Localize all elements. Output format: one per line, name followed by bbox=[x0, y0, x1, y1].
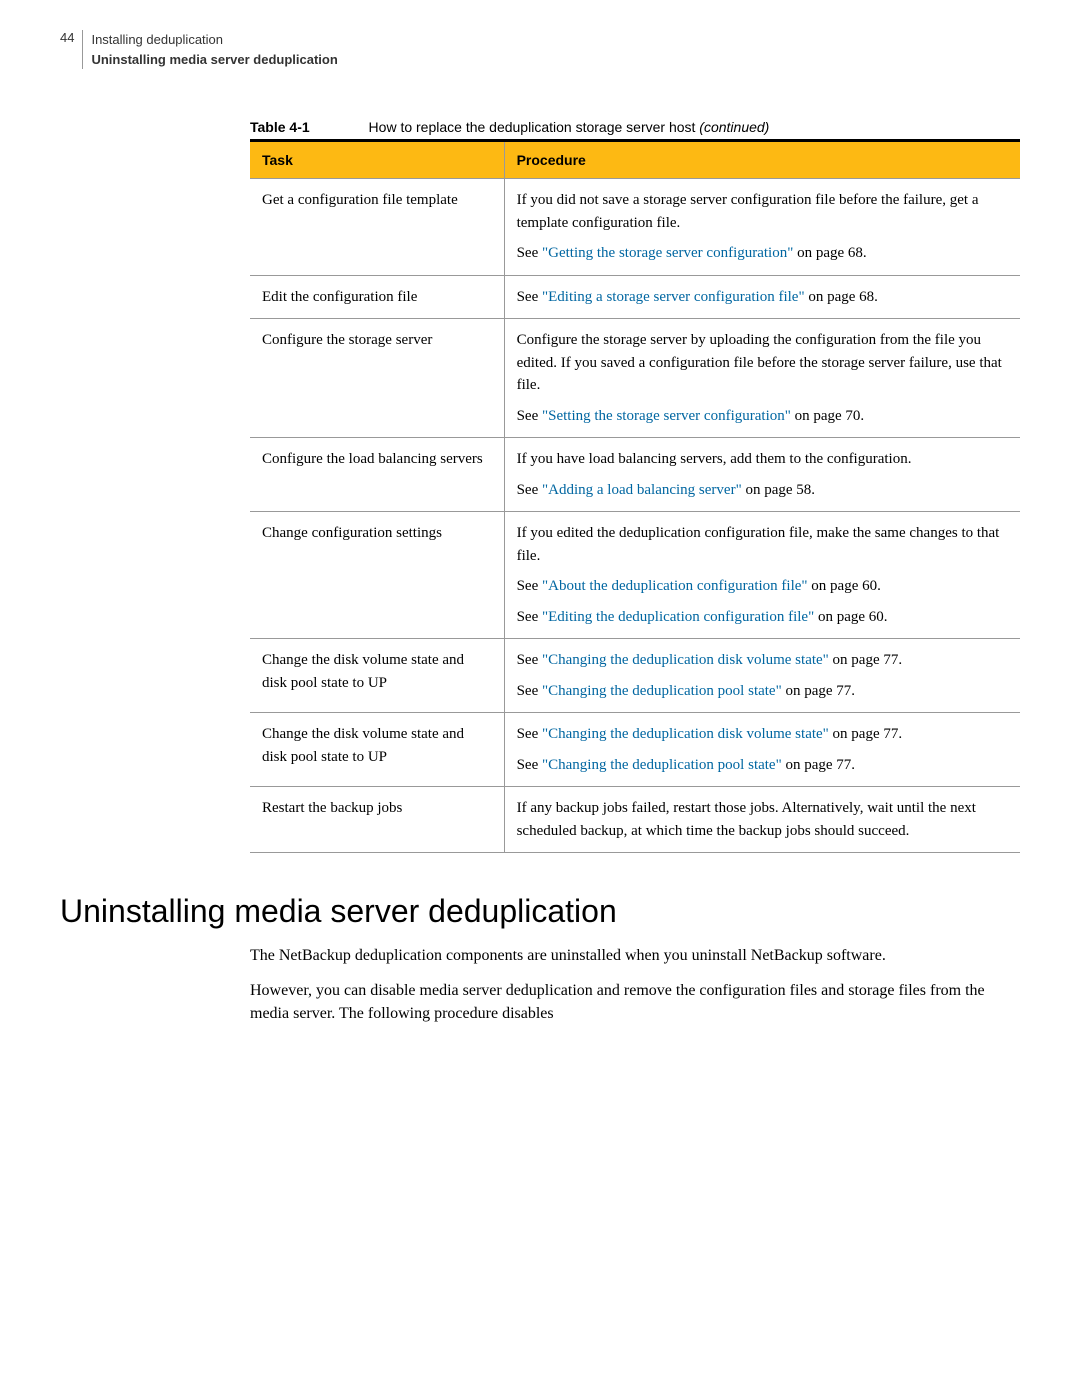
section-heading: Uninstalling media server deduplication bbox=[60, 893, 1020, 930]
procedure-text: If you have load balancing servers, add … bbox=[517, 448, 1008, 471]
procedure-text: See "Editing the deduplication configura… bbox=[517, 606, 1008, 629]
cross-reference-link[interactable]: "Adding a load balancing server" bbox=[542, 482, 742, 498]
column-header-task: Task bbox=[250, 141, 504, 179]
cross-reference-link[interactable]: "Changing the deduplication disk volume … bbox=[542, 652, 829, 668]
procedure-cell: See "Editing a storage server configurat… bbox=[504, 275, 1020, 319]
procedure-cell: If you have load balancing servers, add … bbox=[504, 438, 1020, 512]
procedure-cell: If any backup jobs failed, restart those… bbox=[504, 787, 1020, 853]
table-row: Edit the configuration file See "Editing… bbox=[250, 275, 1020, 319]
table-caption: Table 4-1 How to replace the deduplicati… bbox=[250, 119, 1020, 135]
procedure-text: See "Changing the deduplication pool sta… bbox=[517, 680, 1008, 703]
task-cell: Change the disk volume state and disk po… bbox=[250, 713, 504, 787]
task-cell: Change the disk volume state and disk po… bbox=[250, 639, 504, 713]
cross-reference-link[interactable]: "Editing a storage server configuration … bbox=[542, 289, 805, 305]
chapter-name: Installing deduplication bbox=[91, 30, 337, 50]
procedure-cell: See "Changing the deduplication disk vol… bbox=[504, 639, 1020, 713]
procedure-text: See "Changing the deduplication disk vol… bbox=[517, 649, 1008, 672]
table-row: Change configuration settings If you edi… bbox=[250, 512, 1020, 639]
task-cell: Configure the load balancing servers bbox=[250, 438, 504, 512]
table-row: Get a configuration file template If you… bbox=[250, 179, 1020, 276]
task-cell: Change configuration settings bbox=[250, 512, 504, 639]
table-row: Change the disk volume state and disk po… bbox=[250, 639, 1020, 713]
cross-reference-link[interactable]: "Changing the deduplication pool state" bbox=[542, 757, 782, 773]
column-header-procedure: Procedure bbox=[504, 141, 1020, 179]
task-cell: Configure the storage server bbox=[250, 319, 504, 438]
table-continued: (continued) bbox=[699, 119, 769, 135]
procedure-cell: If you did not save a storage server con… bbox=[504, 179, 1020, 276]
cross-reference-link[interactable]: "About the deduplication configuration f… bbox=[542, 578, 808, 594]
table-row: Configure the storage server Configure t… bbox=[250, 319, 1020, 438]
table-row: Change the disk volume state and disk po… bbox=[250, 713, 1020, 787]
task-cell: Edit the configuration file bbox=[250, 275, 504, 319]
task-cell: Get a configuration file template bbox=[250, 179, 504, 276]
cross-reference-link[interactable]: "Getting the storage server configuratio… bbox=[542, 245, 793, 261]
table-row: Configure the load balancing servers If … bbox=[250, 438, 1020, 512]
procedure-text: See "About the deduplication configurati… bbox=[517, 575, 1008, 598]
task-cell: Restart the backup jobs bbox=[250, 787, 504, 853]
procedure-text: Configure the storage server by uploadin… bbox=[517, 329, 1008, 397]
body-paragraph: The NetBackup deduplication components a… bbox=[250, 944, 1020, 967]
procedure-text: See "Getting the storage server configur… bbox=[517, 242, 1008, 265]
cross-reference-link[interactable]: "Editing the deduplication configuration… bbox=[542, 609, 814, 625]
cross-reference-link[interactable]: "Changing the deduplication disk volume … bbox=[542, 726, 829, 742]
procedure-text: See "Changing the deduplication pool sta… bbox=[517, 754, 1008, 777]
procedure-cell: Configure the storage server by uploadin… bbox=[504, 319, 1020, 438]
body-paragraph: However, you can disable media server de… bbox=[250, 979, 1020, 1025]
procedure-cell: If you edited the deduplication configur… bbox=[504, 512, 1020, 639]
procedure-text: See "Adding a load balancing server" on … bbox=[517, 479, 1008, 502]
procedure-text: See "Editing a storage server configurat… bbox=[517, 286, 1008, 309]
procedure-text: See "Setting the storage server configur… bbox=[517, 405, 1008, 428]
procedure-text: If you edited the deduplication configur… bbox=[517, 522, 1008, 567]
table-caption-text: How to replace the deduplication storage… bbox=[369, 119, 700, 135]
table-row: Restart the backup jobs If any backup jo… bbox=[250, 787, 1020, 853]
cross-reference-link[interactable]: "Changing the deduplication pool state" bbox=[542, 683, 782, 699]
section-name: Uninstalling media server deduplication bbox=[91, 50, 337, 70]
procedure-cell: See "Changing the deduplication disk vol… bbox=[504, 713, 1020, 787]
procedure-text: See "Changing the deduplication disk vol… bbox=[517, 723, 1008, 746]
page-header: 44 Installing deduplication Uninstalling… bbox=[60, 30, 1020, 69]
procedure-text: If you did not save a storage server con… bbox=[517, 189, 1008, 234]
cross-reference-link[interactable]: "Setting the storage server configuratio… bbox=[542, 408, 791, 424]
page-number: 44 bbox=[60, 30, 82, 45]
procedure-text: If any backup jobs failed, restart those… bbox=[517, 797, 1008, 842]
table-label: Table 4-1 bbox=[250, 119, 365, 135]
procedure-table: Task Procedure Get a configuration file … bbox=[250, 139, 1020, 853]
